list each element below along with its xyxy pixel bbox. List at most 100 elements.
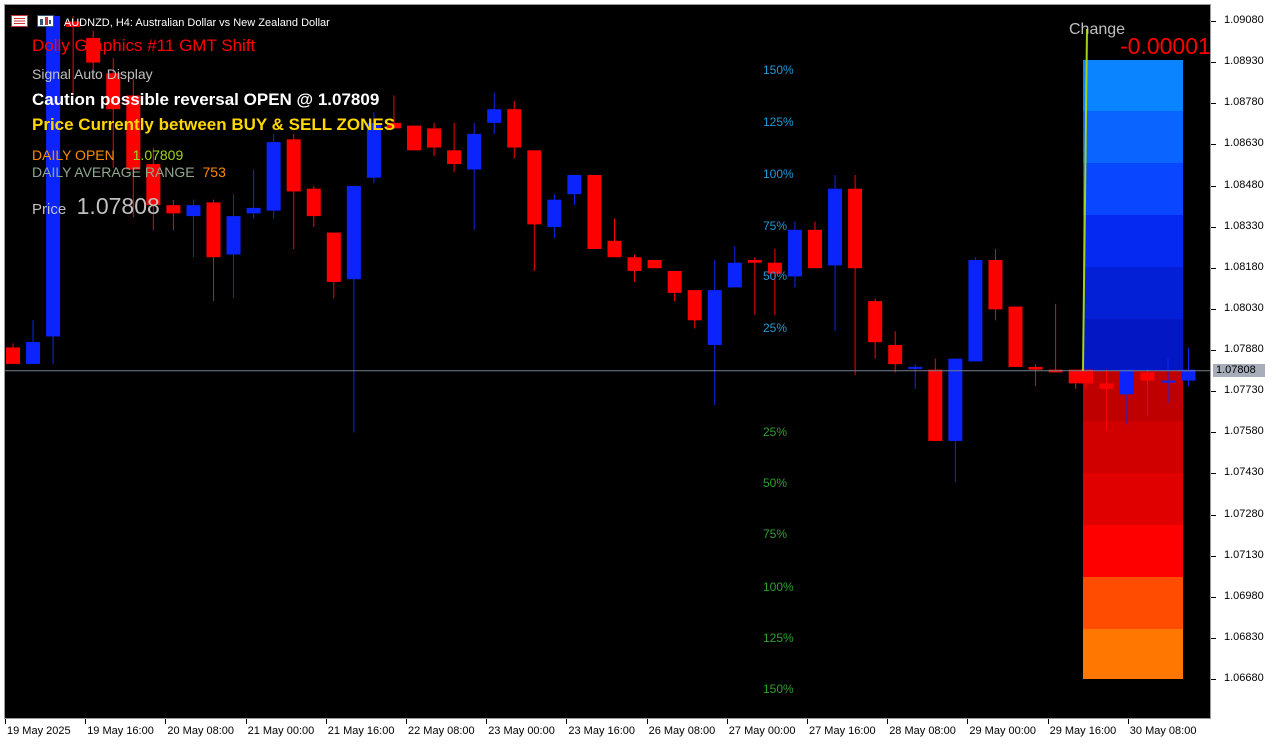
buy-zone-band — [1083, 60, 1183, 111]
sell-zone-band — [1083, 629, 1183, 679]
y-axis-label: 1.07880 — [1224, 343, 1264, 355]
signal-text: Caution possible reversal OPEN @ 1.07809 — [32, 90, 380, 109]
x-axis-label: 23 May 16:00 — [568, 725, 636, 737]
bull-candle — [1120, 369, 1134, 395]
buy-level-label: 25% — [763, 321, 788, 335]
sell-level-label: 150% — [763, 682, 794, 696]
change-label: Change — [1069, 21, 1126, 38]
x-axis-label: 19 May 2025 — [7, 725, 71, 737]
bear-candle — [627, 257, 642, 271]
daily-open-value: 1.07809 — [132, 147, 184, 163]
bull-candle — [346, 185, 361, 280]
sell-level-label: 50% — [763, 476, 788, 490]
y-axis-tick — [1211, 226, 1216, 228]
sell-zone-band — [1083, 473, 1183, 525]
y-axis-label: 1.08630 — [1224, 137, 1264, 150]
x-axis-label: 21 May 16:00 — [327, 725, 395, 737]
x-axis-label: 27 May 16:00 — [809, 725, 876, 737]
y-axis-tick — [1211, 432, 1216, 434]
bull-candle — [226, 216, 241, 255]
y-axis-label: 1.06980 — [1224, 589, 1264, 602]
buy-level-label: 75% — [763, 219, 788, 233]
y-axis-tick — [1211, 555, 1216, 557]
bear-candle — [868, 301, 883, 343]
bear-candle — [1099, 383, 1114, 389]
bear-candle — [306, 188, 321, 217]
bull-candle — [1181, 369, 1196, 381]
x-axis-label: 20 May 08:00 — [167, 725, 235, 737]
bull-candle — [828, 188, 843, 266]
y-axis-label: 1.06680 — [1224, 672, 1264, 684]
buy-level-label: 100% — [763, 167, 794, 181]
price-row: Price 1.07808 — [32, 193, 160, 220]
x-axis-tick — [646, 719, 648, 724]
time-axis[interactable]: 19 May 2025 19 May 16:00 20 May 08:00 21 Ma… — [0, 719, 1211, 749]
bear-candle — [687, 290, 702, 321]
x-axis-tick — [486, 719, 488, 724]
y-axis-label: 1.07730 — [1224, 384, 1264, 397]
bear-candle — [587, 174, 602, 250]
y-axis-label: 1.08480 — [1224, 178, 1264, 191]
y-axis-label: 1.08180 — [1224, 260, 1264, 273]
y-axis-tick — [1211, 21, 1216, 22]
bear-candle — [527, 150, 542, 225]
bull-candle — [787, 229, 802, 277]
bear-candle — [667, 270, 682, 293]
bear-candle — [407, 125, 421, 151]
bear-candle — [286, 139, 301, 192]
x-axis-label: 23 May 00:00 — [488, 725, 555, 737]
sell-zone-band — [1083, 577, 1183, 629]
x-axis-label: 29 May 00:00 — [969, 725, 1037, 737]
bull-candle — [246, 207, 261, 214]
y-axis-label: 1.08330 — [1224, 219, 1264, 232]
x-axis-tick — [566, 719, 568, 724]
buy-zone-band — [1083, 215, 1183, 267]
bear-candle — [326, 232, 341, 282]
buy-zone-band — [1083, 111, 1183, 163]
current-price-label: 1.07808 — [1213, 363, 1265, 377]
bear-candle — [888, 344, 903, 365]
sell-level-label: 100% — [763, 580, 794, 594]
price-label: Price — [32, 201, 67, 218]
y-axis-label: 1.07430 — [1224, 466, 1264, 479]
x-axis-tick — [1127, 719, 1129, 724]
x-axis-label: 29 May 16:00 — [1049, 725, 1117, 737]
bull-candle — [26, 341, 41, 364]
chart-icon[interactable] — [37, 15, 55, 28]
change-value: -0.00001 — [1120, 33, 1211, 59]
x-axis-label: 22 May 08:00 — [408, 725, 475, 737]
bear-candle — [206, 202, 221, 258]
bear-candle — [447, 150, 462, 165]
bear-candle — [166, 205, 181, 214]
bull-candle — [547, 199, 562, 228]
y-axis-tick — [1211, 596, 1216, 598]
sell-level-label: 25% — [763, 425, 788, 439]
buy-level-label: 125% — [763, 115, 794, 129]
x-axis-label: 27 May 00:00 — [728, 725, 796, 737]
x-axis-tick — [325, 719, 327, 724]
dar-row: DAILY AVERAGE RANGE 753 — [32, 164, 226, 180]
y-axis-tick — [1211, 308, 1216, 310]
y-axis-label: 1.06830 — [1224, 630, 1264, 643]
y-axis-label: 1.08030 — [1224, 301, 1264, 314]
window-menu-icon[interactable] — [11, 15, 29, 28]
x-axis-tick — [245, 719, 247, 724]
bull-candle — [467, 133, 482, 170]
price-axis[interactable]: 1.09080 1.08930 1.08780 1.08630 1.08480 1.083… — [1211, 0, 1281, 749]
y-axis-tick — [1211, 637, 1216, 639]
y-axis-tick — [1211, 267, 1216, 269]
y-axis-tick — [1211, 103, 1216, 105]
y-axis-label: 1.07130 — [1224, 548, 1264, 561]
buy-level-label: 50% — [763, 269, 788, 283]
bull-candle — [266, 142, 281, 211]
x-axis-tick — [85, 719, 87, 724]
y-axis-label: 1.07580 — [1224, 425, 1264, 438]
chart-area[interactable]: AUDNZD, H4: Australian Dollar vs New Zea… — [4, 4, 1211, 719]
zone-text: Price Currently between BUY & SELL ZONES — [32, 115, 396, 134]
candles-group — [6, 15, 1183, 483]
x-axis-label: 19 May 16:00 — [87, 725, 154, 737]
chart-canvas[interactable] — [5, 5, 1211, 719]
signal-mode: Signal Auto Display — [32, 66, 153, 82]
sell-zone-band — [1083, 421, 1183, 473]
y-axis-tick — [1211, 350, 1216, 351]
